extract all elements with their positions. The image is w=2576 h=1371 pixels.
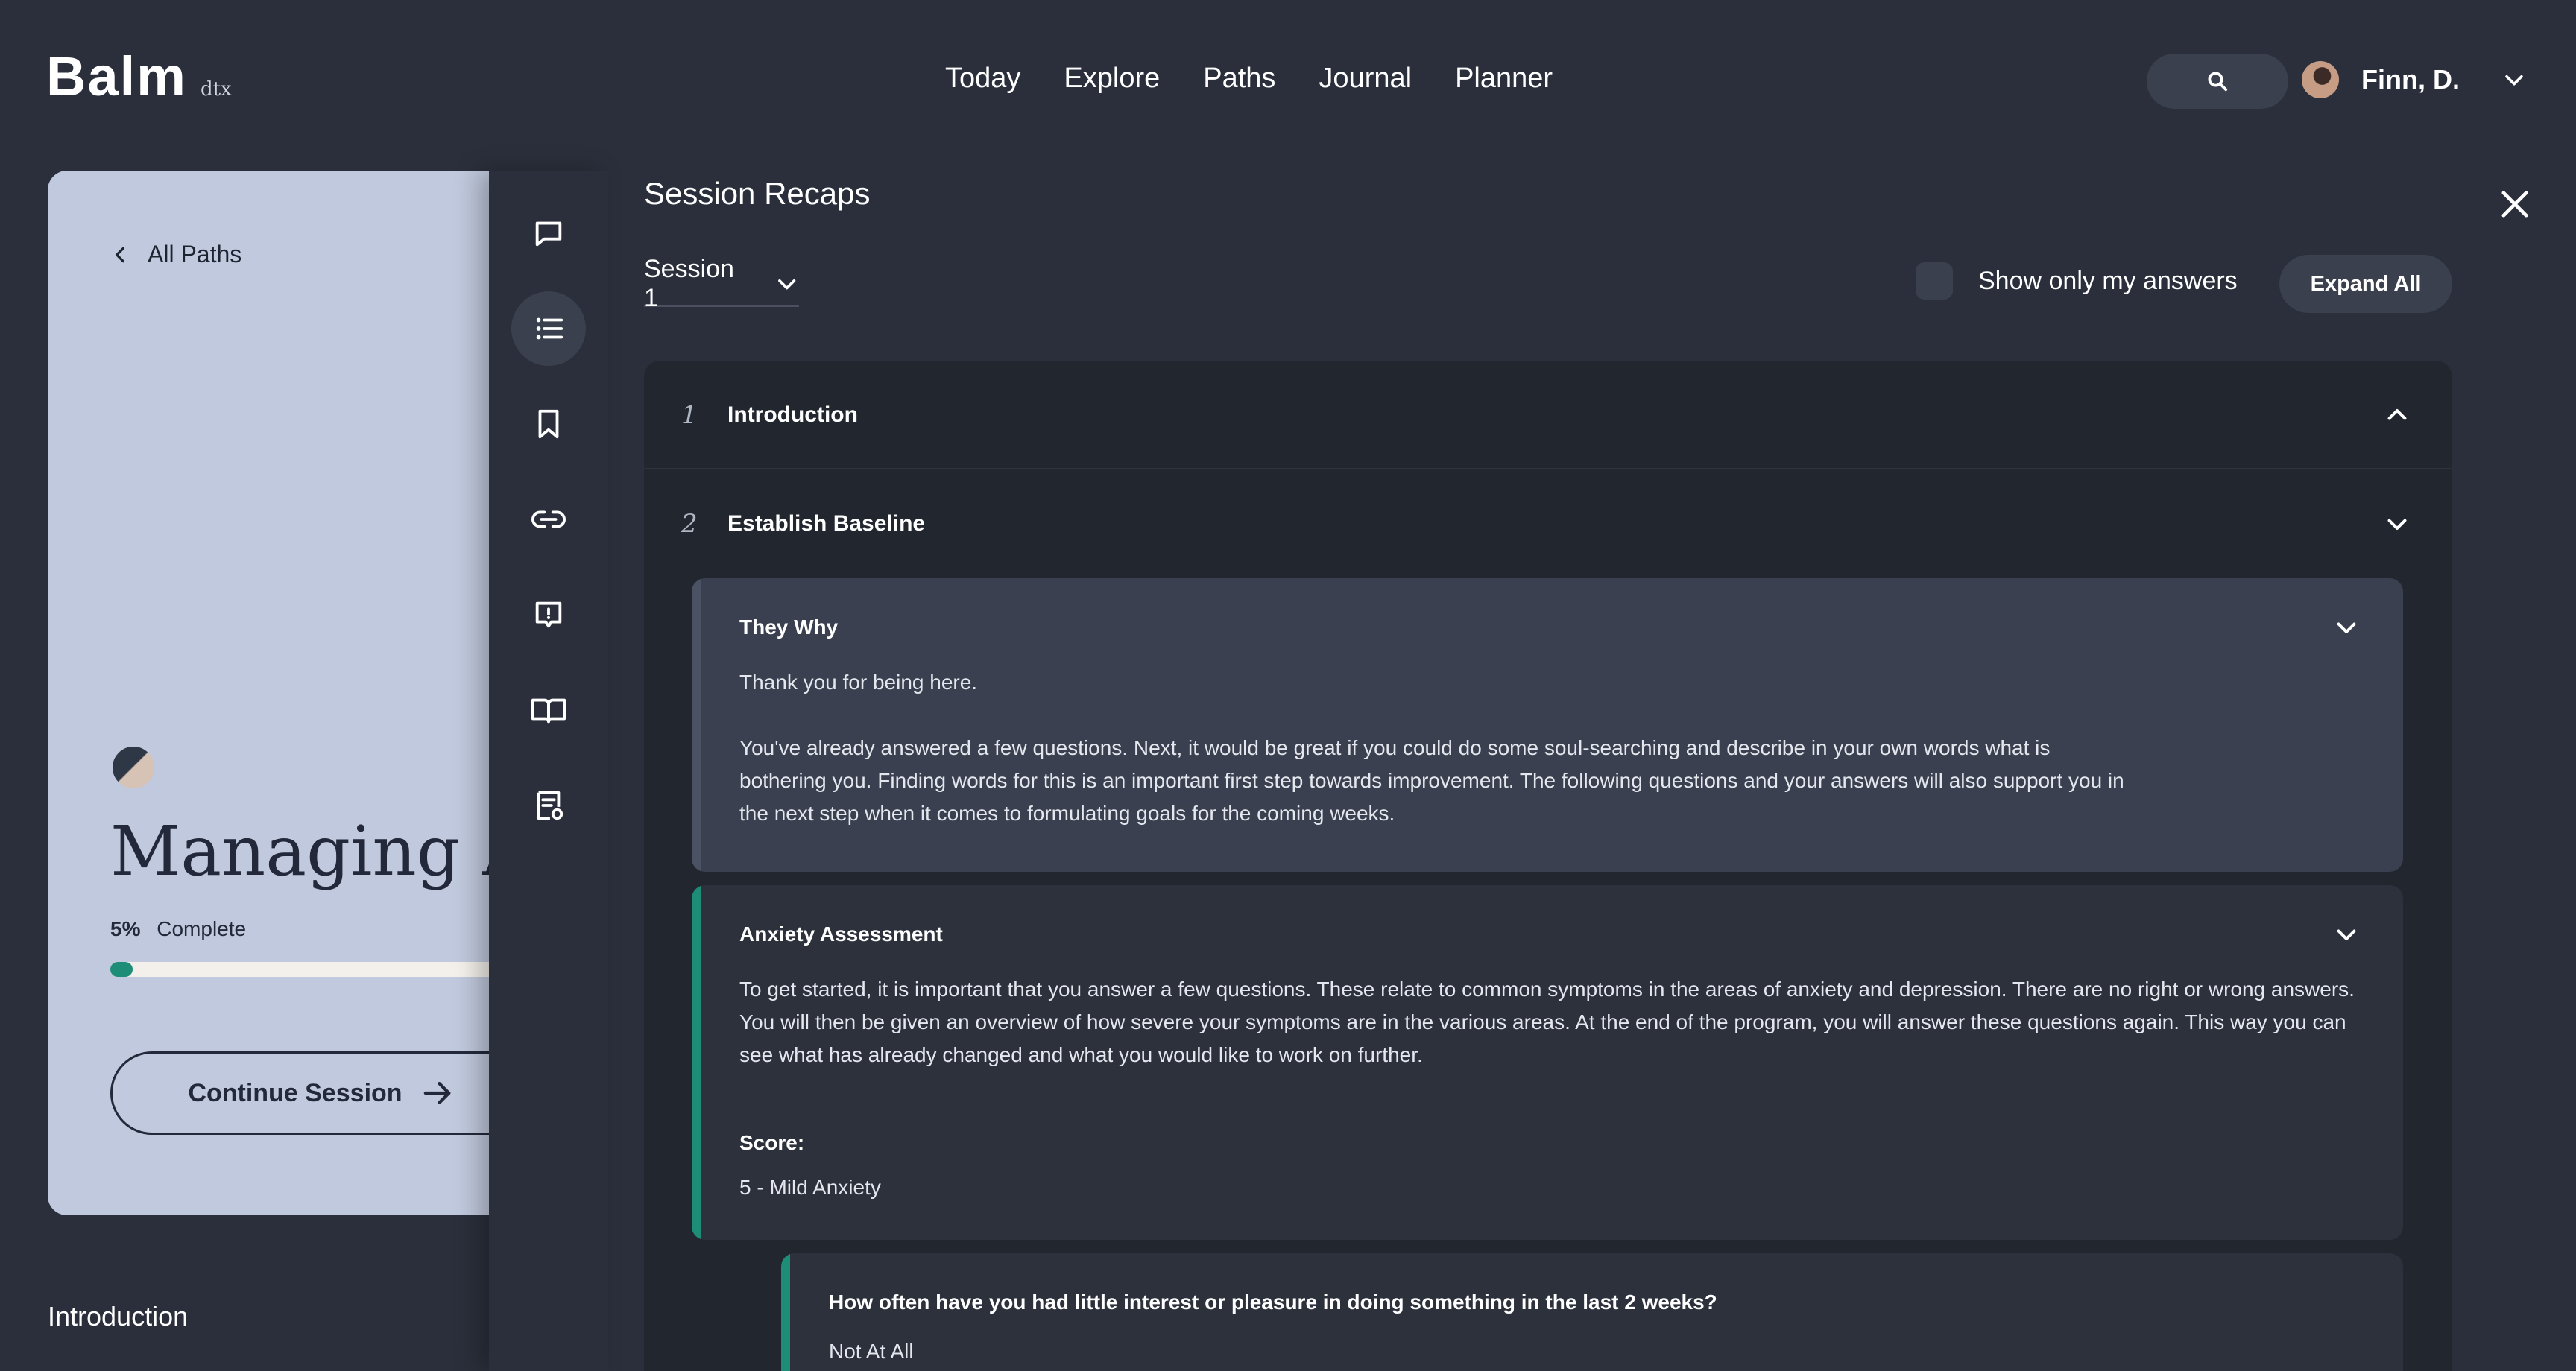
recap-block-they-why: They Why Thank you for being here. You'v…	[692, 578, 2403, 872]
bookmark-button[interactable]	[511, 387, 586, 461]
nav-item-explore[interactable]: Explore	[1064, 63, 1160, 95]
arrow-right-icon	[423, 1082, 450, 1104]
recap-block-anxiety-assessment: Anxiety Assessment To get started, it is…	[692, 885, 2403, 1240]
search-button[interactable]	[2147, 54, 2288, 109]
chevron-down-icon[interactable]	[2333, 921, 2360, 948]
user-menu[interactable]: Finn, D.	[2302, 61, 2527, 98]
progress-text: Complete	[157, 917, 247, 940]
report-button[interactable]	[511, 768, 586, 843]
chat-button[interactable]	[511, 196, 586, 270]
block-paragraph: You've already answered a few questions.…	[739, 736, 2124, 825]
score-value: 5 - Mild Anxiety	[739, 1176, 881, 1199]
nav-item-paths[interactable]: Paths	[1203, 63, 1275, 95]
nav-item-planner[interactable]: Planner	[1455, 63, 1553, 95]
show-only-my-answers-toggle[interactable]: Show only my answers	[1916, 262, 2238, 300]
step-row-establish-baseline[interactable]: 2 Establish Baseline	[644, 469, 2452, 578]
step-number: 1	[681, 400, 698, 430]
score-label: Score:	[739, 1131, 805, 1154]
logo-wordmark: Balm	[46, 45, 187, 107]
progress-label: 5% Complete	[110, 917, 246, 941]
chevron-down-icon[interactable]	[2384, 510, 2411, 537]
checkbox[interactable]	[1916, 262, 1953, 300]
toggle-label: Show only my answers	[1978, 266, 2238, 295]
link-icon	[531, 510, 566, 528]
close-icon[interactable]	[2496, 185, 2534, 224]
block-paragraph: Thank you for being here.	[739, 671, 978, 694]
info-message-icon	[535, 601, 562, 628]
coach-avatar	[110, 744, 157, 791]
block-accent-bar	[781, 1253, 790, 1371]
link-button[interactable]	[511, 482, 586, 557]
expand-all-button[interactable]: Expand All	[2279, 255, 2452, 313]
user-name: Finn, D.	[2361, 64, 2460, 95]
panel-title: Session Recaps	[644, 176, 871, 211]
search-icon	[2208, 72, 2228, 92]
avatar	[2302, 61, 2339, 98]
progress-bar	[110, 962, 510, 977]
continue-session-label: Continue Session	[188, 1078, 402, 1107]
main-nav: Today Explore Paths Journal Planner	[945, 63, 1553, 95]
progress-percent: 5%	[110, 917, 141, 940]
list-icon	[536, 317, 564, 340]
step-title: Establish Baseline	[727, 511, 926, 536]
chevron-down-icon[interactable]	[2333, 614, 2360, 641]
question-text: How often have you had little interest o…	[829, 1291, 1717, 1314]
section-heading: Introduction	[48, 1301, 189, 1332]
progress-bar-fill	[110, 962, 133, 977]
recap-list: 1 Introduction 2 Establish Baseline They…	[644, 361, 2452, 1371]
step-title: Introduction	[727, 402, 858, 427]
chevron-down-icon	[777, 279, 795, 290]
info-message-button[interactable]	[511, 577, 586, 652]
block-accent-bar	[692, 885, 701, 1240]
block-title: They Why	[739, 615, 839, 639]
balm-logo[interactable]: Balm dtx	[46, 45, 232, 108]
answer-text: Not At All	[829, 1340, 914, 1363]
path-card: All Paths Managing Anxiety 5% Complete C…	[48, 171, 510, 1215]
all-paths-label: All Paths	[148, 241, 242, 267]
block-accent-bar	[692, 578, 701, 872]
continue-session-button[interactable]: Continue Session	[110, 1051, 510, 1135]
bookmark-icon	[538, 409, 559, 439]
top-navigation-bar: Balm dtx Today Explore Paths Journal Pla…	[0, 0, 2576, 164]
all-paths-link[interactable]: All Paths	[110, 241, 242, 268]
chevron-left-icon	[116, 247, 124, 262]
block-paragraph: To get started, it is important that you…	[739, 978, 2355, 1066]
book-button[interactable]	[511, 673, 586, 747]
book-icon	[531, 698, 566, 724]
session-select[interactable]: Session 1	[644, 255, 799, 312]
report-icon	[537, 791, 564, 820]
list-button[interactable]	[511, 291, 586, 366]
path-title: Managing Anxiety	[110, 811, 510, 891]
chevron-up-icon[interactable]	[2384, 402, 2411, 428]
nav-item-today[interactable]: Today	[945, 63, 1020, 95]
step-row-introduction[interactable]: 1 Introduction	[644, 361, 2452, 469]
chevron-down-icon[interactable]	[2501, 67, 2527, 92]
step-number: 2	[681, 509, 698, 539]
nav-item-journal[interactable]: Journal	[1319, 63, 1412, 95]
logo-suffix: dtx	[200, 78, 232, 101]
tool-rail	[489, 171, 608, 1371]
recap-block-question: How often have you had little interest o…	[781, 1253, 2403, 1371]
chat-icon	[535, 221, 562, 247]
block-title: Anxiety Assessment	[739, 922, 943, 946]
session-select-value: Session 1	[644, 255, 734, 312]
